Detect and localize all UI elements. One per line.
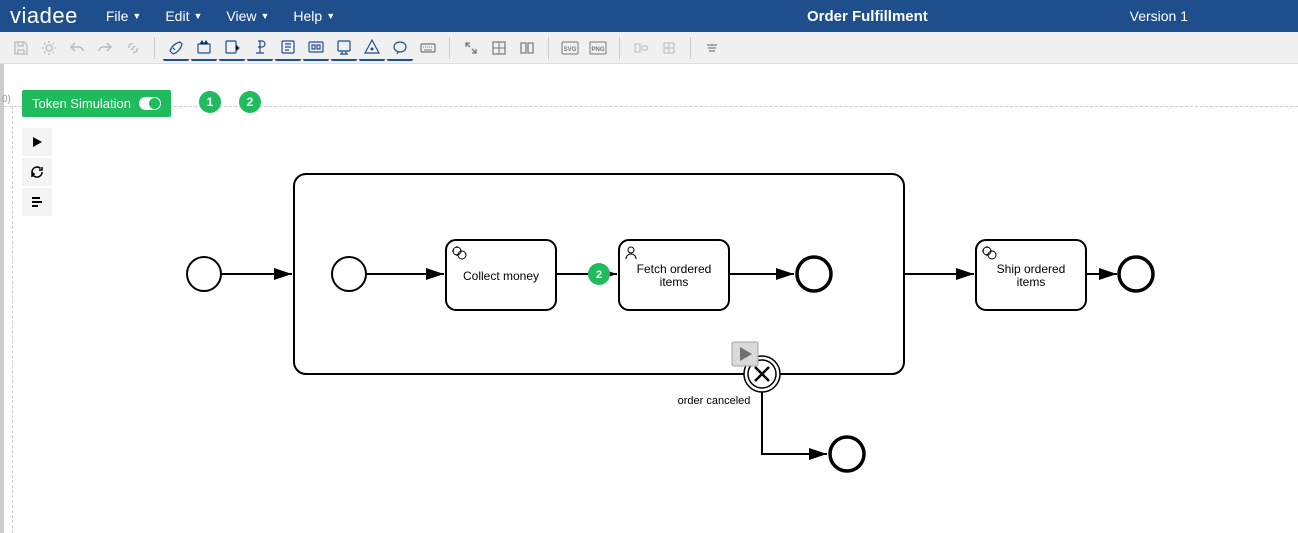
chevron-down-icon: ▼: [132, 11, 141, 21]
chevron-down-icon: ▼: [326, 11, 335, 21]
settings-button[interactable]: [36, 35, 62, 61]
export-png-button[interactable]: PNG: [585, 35, 611, 61]
diagram-title: Order Fulfillment: [605, 8, 1130, 25]
toolbar-separator: [690, 37, 691, 59]
app-header: viadee File▼ Edit▼ View▼ Help▼ Order Ful…: [0, 0, 1298, 32]
toolbar-separator: [548, 37, 549, 59]
toolbar-separator: [154, 37, 155, 59]
menu-help-label: Help: [293, 8, 322, 24]
plugin-button-8[interactable]: [387, 35, 413, 61]
filter-button[interactable]: [699, 35, 725, 61]
sequence-flow[interactable]: [762, 392, 827, 454]
plugin-button-5[interactable]: [303, 35, 329, 61]
plugin-button-3[interactable]: [247, 35, 273, 61]
redo-button[interactable]: [92, 35, 118, 61]
svg-text:SVG: SVG: [564, 47, 577, 53]
layout-button-2[interactable]: [514, 35, 540, 61]
task-collect-money[interactable]: Collect money: [446, 240, 556, 310]
undo-button[interactable]: [64, 35, 90, 61]
menu-view-label: View: [226, 8, 256, 24]
bpmn-diagram: Collect money 2 Fetch ordereditems Ship …: [4, 64, 1298, 533]
chevron-down-icon: ▼: [193, 11, 202, 21]
keyboard-button[interactable]: [415, 35, 441, 61]
menu-edit-label: Edit: [165, 8, 189, 24]
task-label: Collect money: [463, 269, 539, 283]
save-button[interactable]: [8, 35, 34, 61]
task-ship-items[interactable]: Ship ordereditems: [976, 240, 1086, 310]
canvas[interactable]: 0) Token Simulation 1 2 Collect money: [0, 64, 1298, 533]
end-event-outer[interactable]: [1119, 257, 1153, 291]
task-label-line2: items: [660, 275, 689, 289]
start-event-inner[interactable]: [332, 257, 366, 291]
menu-view[interactable]: View ▼: [216, 4, 279, 28]
svg-text:PNG: PNG: [591, 47, 604, 53]
chevron-down-icon: ▼: [260, 11, 269, 21]
plugin-button-4[interactable]: [275, 35, 301, 61]
task-label-line2: items: [1017, 275, 1046, 289]
plugin-button-2[interactable]: [219, 35, 245, 61]
link-button[interactable]: [120, 35, 146, 61]
toolbar-separator: [449, 37, 450, 59]
start-event-outer[interactable]: [187, 257, 221, 291]
plugin-button-7[interactable]: [359, 35, 385, 61]
boundary-event-label: order canceled: [678, 395, 751, 407]
export-svg-button[interactable]: SVG: [557, 35, 583, 61]
linter-plugin-button[interactable]: [163, 35, 189, 61]
align-button-1[interactable]: [628, 35, 654, 61]
layout-button-1[interactable]: [486, 35, 512, 61]
end-event-inner[interactable]: [797, 257, 831, 291]
plugin-button-6[interactable]: [331, 35, 357, 61]
menu-edit[interactable]: Edit ▼: [155, 4, 212, 28]
toolbar-separator: [619, 37, 620, 59]
toolbar: SVG PNG: [0, 32, 1298, 64]
end-event-cancel[interactable]: [830, 437, 864, 471]
menu-file-label: File: [106, 8, 129, 24]
version-label: Version 1: [1130, 8, 1288, 24]
menu-help[interactable]: Help ▼: [283, 4, 345, 28]
fullscreen-button[interactable]: [458, 35, 484, 61]
token-count: 2: [596, 269, 602, 281]
continue-play-button[interactable]: [732, 342, 758, 366]
menu-file[interactable]: File▼: [96, 4, 151, 28]
menubar: File▼ Edit▼ View▼ Help▼: [96, 4, 345, 28]
align-button-2[interactable]: [656, 35, 682, 61]
task-fetch-items[interactable]: Fetch ordereditems: [619, 240, 729, 310]
plugin-button-1[interactable]: [191, 35, 217, 61]
task-label-line1: Ship ordered: [997, 262, 1066, 276]
task-label-line1: Fetch ordered: [637, 262, 712, 276]
app-logo: viadee: [10, 3, 78, 29]
